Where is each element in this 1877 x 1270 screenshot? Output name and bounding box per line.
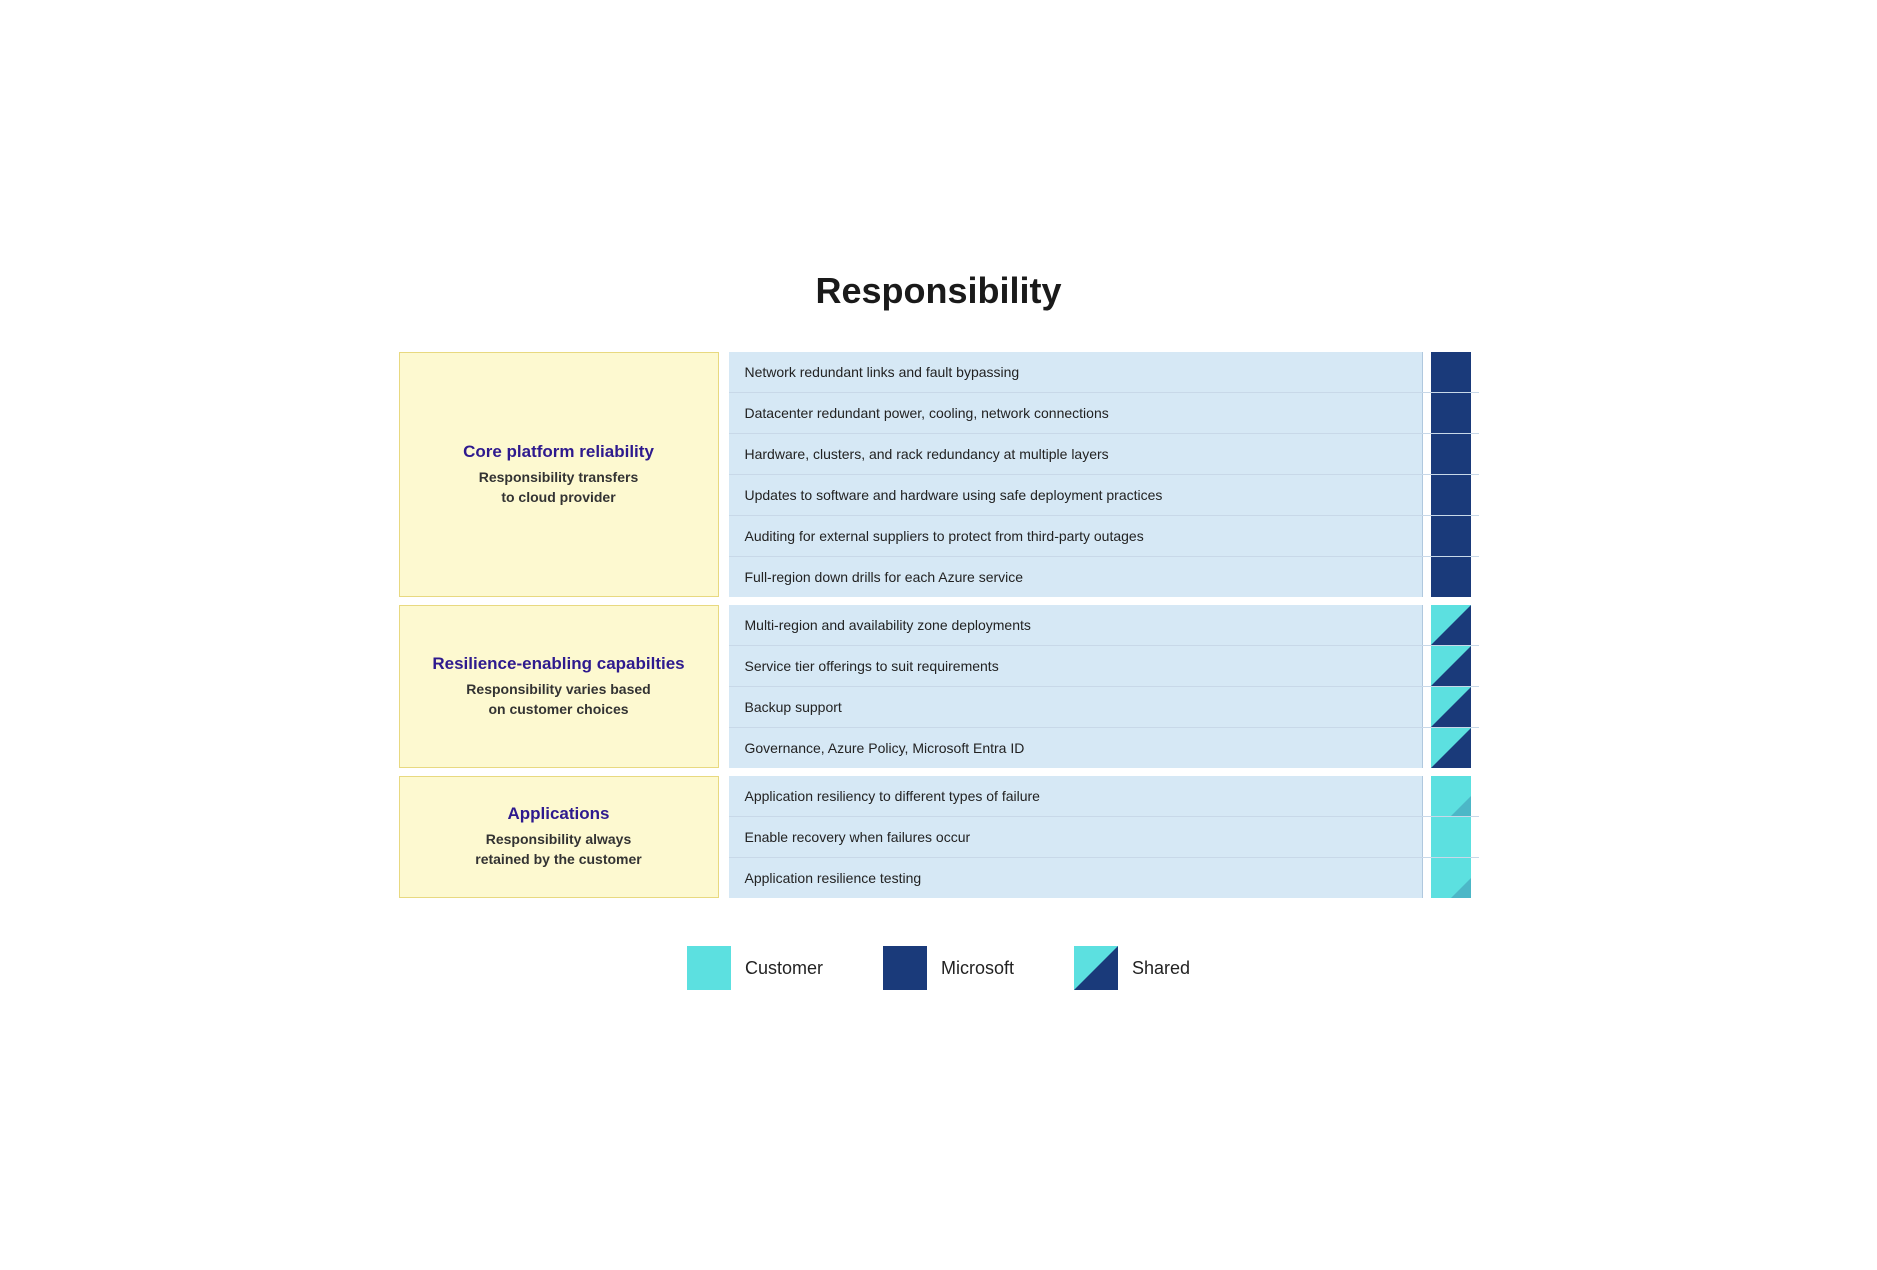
resp-indicator [1423, 817, 1479, 857]
feature-text: Updates to software and hardware using s… [729, 475, 1423, 515]
feature-text: Datacenter redundant power, cooling, net… [729, 393, 1423, 433]
legend-customer-icon [687, 946, 731, 990]
feature-text: Enable recovery when failures occur [729, 817, 1423, 857]
legend-microsoft: Microsoft [883, 946, 1014, 990]
feature-row: Application resiliency to different type… [729, 776, 1479, 817]
legend-microsoft-icon [883, 946, 927, 990]
feature-text: Network redundant links and fault bypass… [729, 352, 1423, 392]
feature-row: Governance, Azure Policy, Microsoft Entr… [729, 728, 1479, 768]
rows-block: Network redundant links and fault bypass… [729, 352, 1479, 597]
section-row-core-platform: Core platform reliability Responsibility … [399, 352, 1479, 597]
resp-indicator [1423, 434, 1479, 474]
legend-microsoft-label: Microsoft [941, 958, 1014, 979]
feature-row: Service tier offerings to suit requireme… [729, 646, 1479, 687]
resp-indicator [1423, 557, 1479, 597]
resp-indicator [1423, 352, 1479, 392]
feature-text: Service tier offerings to suit requireme… [729, 646, 1423, 686]
feature-row: Full-region down drills for each Azure s… [729, 557, 1479, 597]
feature-row: Updates to software and hardware using s… [729, 475, 1479, 516]
resp-indicator [1423, 475, 1479, 515]
label-sub: Responsibility varies based on customer … [466, 680, 650, 719]
label-box-applications: Applications Responsibility always retain… [399, 776, 719, 898]
section-row-resilience-enabling: Resilience-enabling capabilties Responsib… [399, 605, 1479, 768]
legend-customer-label: Customer [745, 958, 823, 979]
resp-indicator [1423, 646, 1479, 686]
feature-text: Multi-region and availability zone deplo… [729, 605, 1423, 645]
feature-row: Datacenter redundant power, cooling, net… [729, 393, 1479, 434]
feature-row: Hardware, clusters, and rack redundancy … [729, 434, 1479, 475]
feature-text: Application resiliency to different type… [729, 776, 1423, 816]
legend-shared-label: Shared [1132, 958, 1190, 979]
feature-text: Governance, Azure Policy, Microsoft Entr… [729, 728, 1423, 768]
slide-container: Responsibility Core platform reliability… [339, 230, 1539, 1040]
feature-text: Auditing for external suppliers to prote… [729, 516, 1423, 556]
feature-row: Network redundant links and fault bypass… [729, 352, 1479, 393]
feature-row: Multi-region and availability zone deplo… [729, 605, 1479, 646]
label-box-resilience-enabling: Resilience-enabling capabilties Responsib… [399, 605, 719, 768]
feature-text: Hardware, clusters, and rack redundancy … [729, 434, 1423, 474]
rows-block: Multi-region and availability zone deplo… [729, 605, 1479, 768]
feature-row: Enable recovery when failures occur [729, 817, 1479, 858]
label-sub: Responsibility transfers to cloud provid… [479, 468, 639, 507]
feature-row: Auditing for external suppliers to prote… [729, 516, 1479, 557]
feature-text: Backup support [729, 687, 1423, 727]
label-title: Core platform reliability [463, 442, 654, 462]
legend-shared: Shared [1074, 946, 1190, 990]
label-sub: Responsibility always retained by the cu… [475, 830, 642, 869]
resp-indicator [1423, 776, 1479, 816]
legend-shared-icon [1074, 946, 1118, 990]
resp-indicator [1423, 858, 1479, 898]
rows-block: Application resiliency to different type… [729, 776, 1479, 898]
feature-row: Backup support [729, 687, 1479, 728]
feature-row: Application resilience testing [729, 858, 1479, 898]
label-box-core-platform: Core platform reliability Responsibility … [399, 352, 719, 597]
page-title: Responsibility [399, 270, 1479, 312]
feature-text: Application resilience testing [729, 858, 1423, 898]
feature-text: Full-region down drills for each Azure s… [729, 557, 1423, 597]
resp-indicator [1423, 605, 1479, 645]
legend: Customer Microsoft Shared [399, 946, 1479, 990]
resp-indicator [1423, 728, 1479, 768]
section-row-applications: Applications Responsibility always retain… [399, 776, 1479, 898]
legend-customer: Customer [687, 946, 823, 990]
resp-indicator [1423, 516, 1479, 556]
resp-indicator [1423, 687, 1479, 727]
label-title: Applications [507, 804, 609, 824]
resp-indicator [1423, 393, 1479, 433]
label-title: Resilience-enabling capabilties [432, 654, 684, 674]
main-content: Core platform reliability Responsibility … [399, 352, 1479, 906]
